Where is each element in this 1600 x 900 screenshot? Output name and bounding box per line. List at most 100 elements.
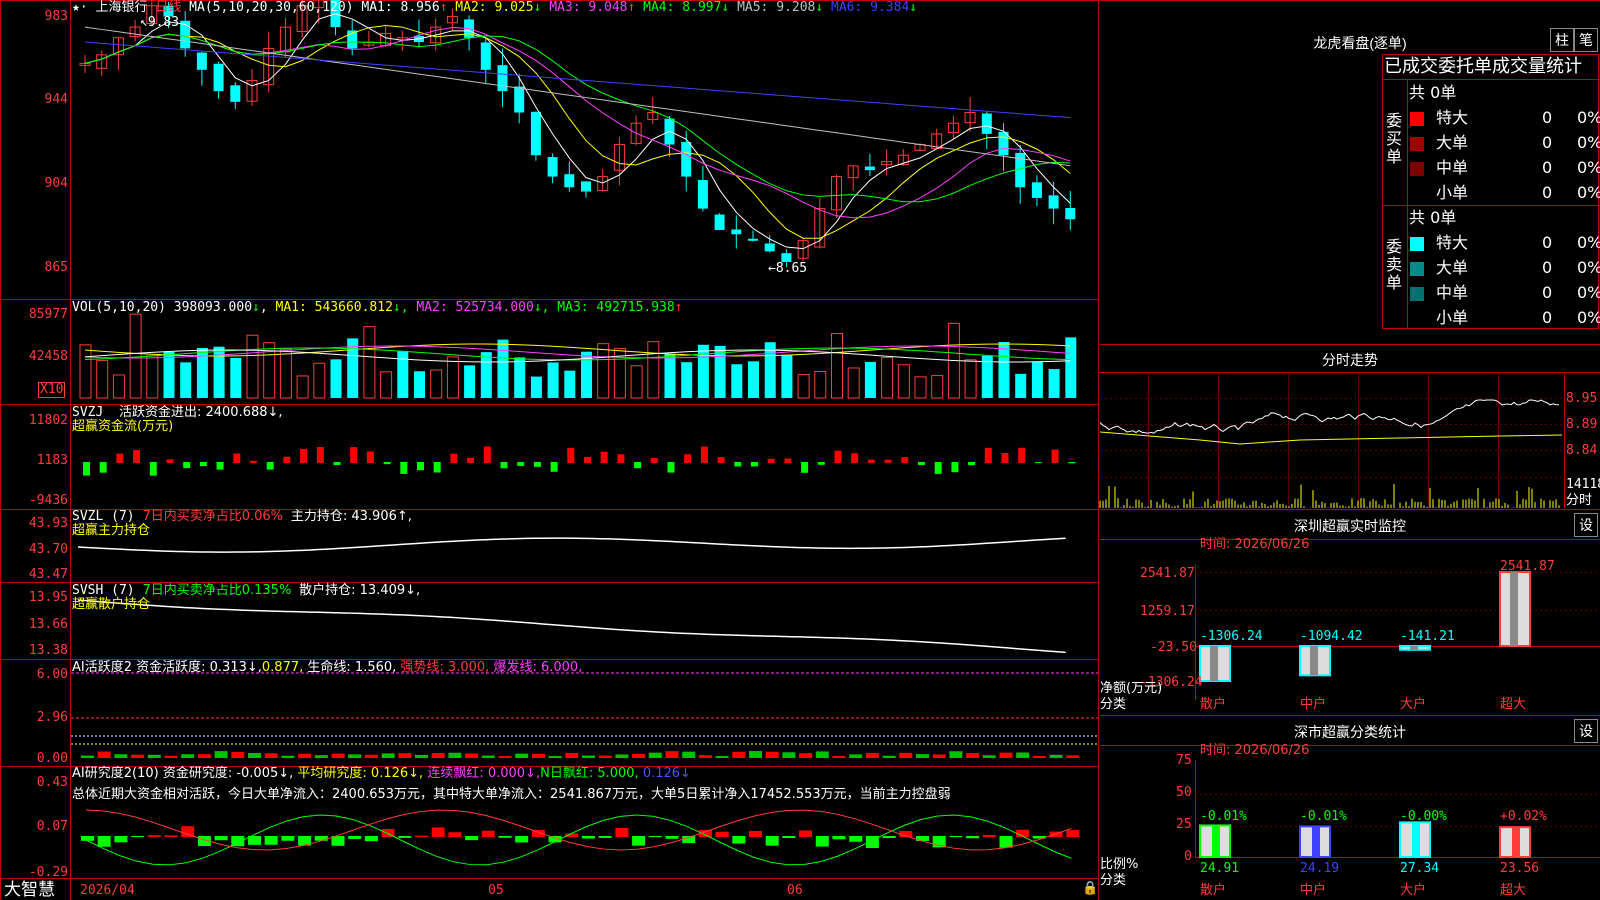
buy-label: 委买单 bbox=[1386, 111, 1403, 166]
classify-settings-button[interactable]: 设 bbox=[1574, 719, 1598, 743]
row-name: 大单 bbox=[1436, 133, 1469, 152]
category-change: -0.01% bbox=[1200, 809, 1247, 824]
row-pct: 0% bbox=[1577, 233, 1600, 252]
ma-value-3: MA3: 9.048 bbox=[541, 0, 628, 15]
row-qty: 0 bbox=[1542, 133, 1553, 152]
ai2-y-tick: 0.43 bbox=[36, 775, 68, 790]
classify-y-tick: 25 bbox=[1176, 817, 1192, 832]
monitor-xlabel: 分类 bbox=[1100, 697, 1127, 712]
ai2-y-tick: -0.29 bbox=[28, 865, 68, 880]
category-label: 中户 bbox=[1300, 697, 1327, 712]
date-label-may: 05 bbox=[488, 883, 504, 898]
category-value: 23.56 bbox=[1500, 861, 1540, 876]
row-name: 大单 bbox=[1436, 258, 1469, 277]
svzj-header: SVZJ 活跃资金进出: 2400.688↓, bbox=[72, 405, 283, 420]
date-label-jun: 06 bbox=[787, 883, 803, 898]
row-swatch bbox=[1410, 287, 1424, 301]
monitor-bar-shade bbox=[1310, 646, 1318, 676]
row-swatch bbox=[1410, 262, 1424, 276]
ai1-header: AI活跃度2 资金活跃度: 0.313↓,0.877, 生命线: 1.560, … bbox=[72, 660, 583, 675]
ma-value-5: MA5: 9.208 bbox=[729, 0, 816, 15]
ai2-summary: 总体近期大资金相对活跃，今日大单净流入：2400.653万元，其中特大单净流入：… bbox=[72, 787, 951, 802]
dragon-header: 已成交委托单成交量统计 bbox=[1384, 56, 1582, 77]
intraday-y-tick: 8.95 bbox=[1566, 391, 1598, 406]
vol-header: VOL(5,10,20) 398093.000↓, MA1: 543660.81… bbox=[72, 300, 683, 315]
ma-values: MA1: 8.956↑ MA2: 9.025↓ MA3: 9.048↑ MA4:… bbox=[361, 0, 917, 15]
svzj-y-tick: -9436 bbox=[28, 493, 68, 508]
tick-mode-button[interactable]: 笔 bbox=[1574, 28, 1598, 52]
intraday-title[interactable]: 分时走势 bbox=[1300, 350, 1400, 370]
classify-y-tick: 75 bbox=[1176, 753, 1192, 768]
kline-y-tick: 865 bbox=[44, 260, 68, 275]
row-qty: 0 bbox=[1542, 183, 1553, 202]
category-value: 2541.87 bbox=[1500, 559, 1555, 574]
category-change: -0.01% bbox=[1300, 809, 1347, 824]
classify-y-tick: 0 bbox=[1184, 849, 1192, 864]
classify-bar-core bbox=[1512, 827, 1520, 857]
monitor-ylabel: 净额(万元) bbox=[1100, 681, 1163, 696]
category-label: 散户 bbox=[1200, 697, 1227, 712]
row-qty: 0 bbox=[1542, 283, 1553, 302]
svsh-sub: 超赢散户持仓 bbox=[72, 597, 151, 612]
intraday-y-tick: 8.84 bbox=[1566, 443, 1598, 458]
svsh-y-tick: 13.66 bbox=[28, 617, 68, 632]
svzj-y-tick: 11802 bbox=[28, 413, 68, 428]
row-name: 中单 bbox=[1436, 158, 1469, 177]
classify-ylabel: 比例% bbox=[1100, 857, 1139, 872]
dragon-title: 龙虎看盘(逐单) bbox=[1313, 35, 1407, 51]
row-pct: 0% bbox=[1577, 158, 1600, 177]
row-name: 特大 bbox=[1436, 233, 1469, 252]
row-pct: 0% bbox=[1577, 108, 1600, 127]
row-qty: 0 bbox=[1542, 158, 1553, 177]
period-label[interactable]: 日线 bbox=[155, 0, 181, 15]
monitor-bar-shade bbox=[1210, 646, 1218, 681]
row-name: 小单 bbox=[1436, 308, 1469, 327]
row-qty: 0 bbox=[1542, 108, 1553, 127]
category-value: 27.34 bbox=[1400, 861, 1440, 876]
classify-time: 时间: 2026/06/26 bbox=[1200, 743, 1310, 758]
row-qty: 0 bbox=[1542, 258, 1553, 277]
classify-bar-core bbox=[1312, 826, 1320, 857]
classify-bar-core bbox=[1412, 822, 1420, 857]
monitor-time: 时间: 2026/06/26 bbox=[1200, 537, 1310, 552]
monitor-bar-shade bbox=[1510, 572, 1518, 646]
sell-label: 委卖单 bbox=[1386, 237, 1403, 292]
category-value: 24.19 bbox=[1300, 861, 1340, 876]
classify-y-tick: 50 bbox=[1176, 785, 1192, 800]
row-swatch bbox=[1410, 237, 1424, 251]
row-pct: 0% bbox=[1577, 283, 1600, 302]
classify-xlabel: 分类 bbox=[1100, 873, 1127, 888]
monitor-y-tick: 2541.87 bbox=[1140, 566, 1195, 581]
row-pct: 0% bbox=[1577, 133, 1600, 152]
category-label: 超大 bbox=[1500, 883, 1527, 898]
bar-mode-button[interactable]: 柱 bbox=[1550, 28, 1574, 52]
vol-multiplier[interactable]: X10 bbox=[38, 382, 66, 398]
row-swatch bbox=[1410, 312, 1424, 326]
category-value: -1094.42 bbox=[1300, 629, 1363, 644]
ma-arrow: ↓ bbox=[909, 0, 918, 15]
kline-y-tick: 904 bbox=[44, 176, 68, 191]
svsh-y-tick: 13.38 bbox=[28, 643, 68, 658]
intraday-avg-line bbox=[1099, 431, 1563, 445]
row-swatch bbox=[1410, 162, 1424, 176]
category-label: 大户 bbox=[1400, 697, 1427, 712]
svsh-y-tick: 13.95 bbox=[28, 590, 68, 605]
row-qty: 0 bbox=[1542, 308, 1553, 327]
brand-logo[interactable]: 大智慧 bbox=[4, 881, 55, 899]
category-value: 24.91 bbox=[1200, 861, 1240, 876]
vol-y-tick: 85977 bbox=[28, 307, 68, 322]
lock-icon[interactable]: 🔒 bbox=[1082, 882, 1098, 896]
category-value: -1306.24 bbox=[1200, 629, 1263, 644]
row-pct: 0% bbox=[1577, 183, 1600, 202]
star-icon[interactable]: ★· bbox=[72, 0, 88, 15]
vol-y-tick: 42458 bbox=[28, 349, 68, 364]
kline-y-tick: 944 bbox=[44, 92, 68, 107]
ma-value-2: MA2: 9.025 bbox=[447, 0, 534, 15]
monitor-title: 深圳超赢实时监控 bbox=[1294, 518, 1406, 534]
monitor-settings-button[interactable]: 设 bbox=[1574, 513, 1598, 537]
svzl-y-tick: 43.70 bbox=[28, 542, 68, 557]
row-swatch bbox=[1410, 137, 1424, 151]
date-label-apr: 2026/04 bbox=[80, 883, 135, 898]
category-change: +0.02% bbox=[1500, 809, 1547, 824]
monitor-y-tick: 1259.17 bbox=[1140, 604, 1195, 619]
